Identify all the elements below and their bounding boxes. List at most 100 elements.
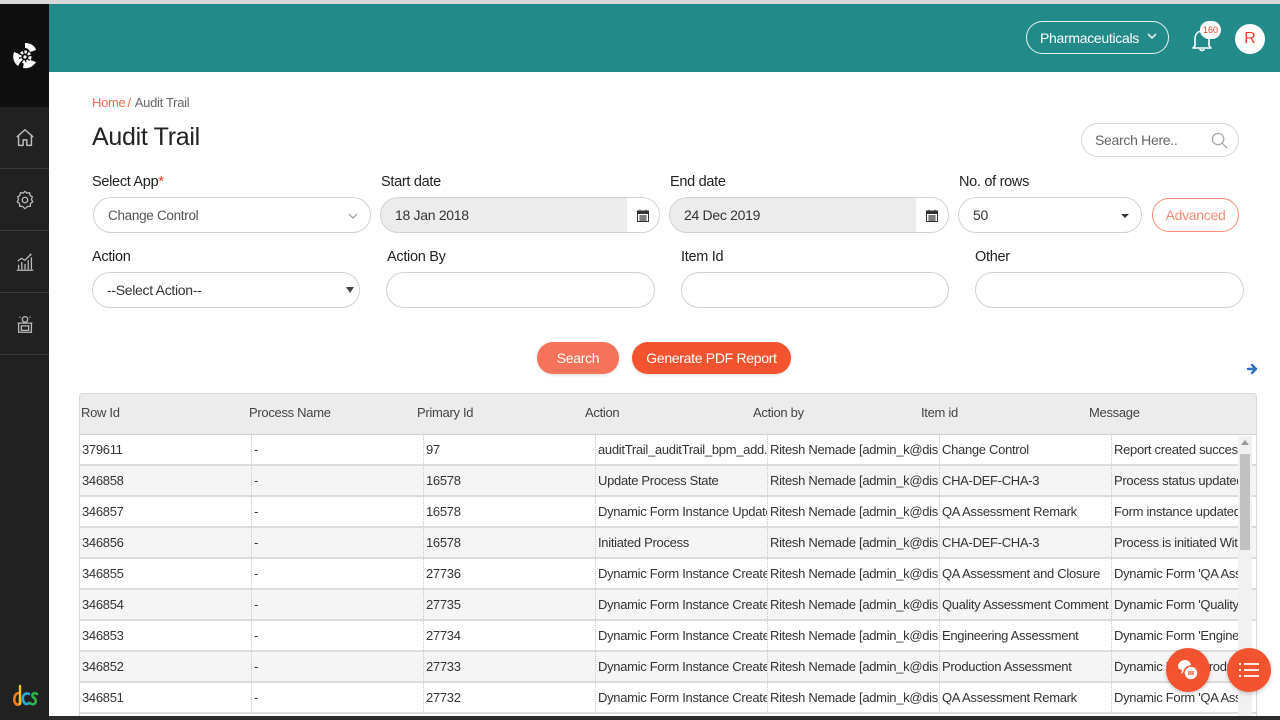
cell-action-by: Ritesh Nemade [admin_k@dis...: [768, 466, 940, 495]
generate-pdf-report-button[interactable]: Generate PDF Report: [632, 342, 791, 374]
search-icon[interactable]: [1211, 132, 1228, 149]
page-title: Audit Trail: [92, 123, 200, 151]
column-header-row-id[interactable]: Row Id: [80, 394, 248, 434]
column-header-item-id[interactable]: Item id: [920, 394, 1088, 434]
user-avatar[interactable]: R: [1235, 24, 1265, 54]
cell-process-name: -: [252, 466, 424, 495]
column-header-process-name[interactable]: Process Name: [248, 394, 416, 434]
company-logo-icon: [12, 684, 38, 706]
cell-message: Form instance updated:: [1114, 504, 1244, 519]
breadcrumb-home-link[interactable]: Home: [92, 95, 126, 110]
app-logo[interactable]: [0, 4, 49, 107]
table-row[interactable]: 346857-16578 Dynamic Form Instance Update…: [80, 497, 1256, 528]
end-date-value: 24 Dec 2019: [684, 207, 761, 223]
item-id-input[interactable]: [696, 282, 948, 298]
column-header-message[interactable]: Message: [1088, 394, 1256, 434]
cell-message: Dynamic Form 'Quality A: [1114, 597, 1250, 612]
cell-action-by: Ritesh Nemade [admin_k@dis...: [768, 621, 940, 650]
table-row[interactable]: 346858-16578 Update Process State Ritesh N…: [80, 466, 1256, 497]
notification-badge: 160: [1200, 21, 1222, 39]
rows-count-value: 50: [973, 207, 988, 223]
cell-action-by: Ritesh Nemade [admin_k@dis...: [768, 559, 940, 588]
sidebar-item-admin[interactable]: [0, 293, 49, 355]
cell-action-by: Ritesh Nemade [admin_k@dis...: [768, 435, 940, 464]
table-row[interactable]: 379611-97 auditTrail_auditTrail_bpm_add..…: [80, 435, 1256, 466]
table-row[interactable]: 346852-27733 Dynamic Form Instance Create…: [80, 652, 1256, 683]
organization-select[interactable]: Pharmaceuticals: [1026, 21, 1169, 54]
start-date-input[interactable]: 18 Jan 2018: [380, 197, 660, 233]
arrow-right-icon[interactable]: [1246, 362, 1260, 376]
chevron-down-icon: [348, 213, 358, 219]
menu-fab-button[interactable]: [1227, 648, 1271, 692]
select-app-value: Change Control: [108, 207, 199, 223]
cell-action: Dynamic Form Instance Created: [596, 683, 768, 712]
cell-row-id: 346856: [80, 528, 252, 557]
cell-action-by: Ritesh Nemade [admin_k@dis...: [768, 497, 940, 526]
end-date-calendar-button[interactable]: [916, 198, 948, 232]
cell-primary-id: 16578: [424, 497, 596, 526]
cell-item-id: QA Assessment Remark: [940, 497, 1112, 526]
scrollbar-thumb[interactable]: [1240, 454, 1250, 550]
cell-row-id: 346854: [80, 590, 252, 619]
column-header-action[interactable]: Action: [584, 394, 752, 434]
table-row[interactable]: 346854-27735 Dynamic Form Instance Create…: [80, 590, 1256, 621]
chat-fab-button[interactable]: [1166, 648, 1210, 692]
cell-row-id: 346851: [80, 683, 252, 712]
select-app-dropdown[interactable]: Change Control: [93, 197, 371, 233]
breadcrumb-separator: /: [127, 95, 131, 110]
cell-action: Dynamic Form Instance Created: [596, 590, 768, 619]
action-label: Action: [92, 249, 131, 265]
sidebar-item-analytics[interactable]: [0, 231, 49, 293]
cell-primary-id: 97: [424, 435, 596, 464]
scroll-up-arrow-icon[interactable]: [1241, 440, 1249, 445]
action-by-input[interactable]: [401, 282, 654, 298]
start-date-calendar-button[interactable]: [627, 198, 659, 232]
end-date-input[interactable]: 24 Dec 2019: [669, 197, 949, 233]
organization-select-value: Pharmaceuticals: [1040, 29, 1139, 46]
audit-trail-table: Row Id Process Name Primary Id Action Ac…: [79, 393, 1257, 720]
sidebar-item-home[interactable]: [0, 107, 49, 169]
search-input[interactable]: [1095, 132, 1205, 148]
table-row[interactable]: 346853-27734 Dynamic Form Instance Create…: [80, 621, 1256, 652]
cell-item-id: Production Assessment: [940, 652, 1112, 681]
gear-icon: [16, 190, 33, 209]
cell-action: Dynamic Form Instance Updated: [596, 497, 768, 526]
search-button[interactable]: Search: [537, 342, 619, 374]
other-input[interactable]: [990, 282, 1243, 298]
action-by-field[interactable]: [386, 272, 655, 308]
breadcrumb-current: Audit Trail: [134, 95, 190, 110]
cell-primary-id: 27734: [424, 621, 596, 650]
other-field[interactable]: [975, 272, 1244, 308]
cell-process-name: -: [252, 435, 424, 464]
cell-action-by: Ritesh Nemade [admin_k@dis...: [768, 528, 940, 557]
cell-item-id: QA Assessment and Closure: [940, 559, 1112, 588]
cell-action: Dynamic Form Instance Created: [596, 652, 768, 681]
start-date-value: 18 Jan 2018: [395, 207, 469, 223]
table-row[interactable]: 346851-27732 Dynamic Form Instance Create…: [80, 683, 1256, 714]
list-menu-icon: [1239, 663, 1259, 677]
cell-process-name: -: [252, 497, 424, 526]
table-row[interactable]: 346855-27736 Dynamic Form Instance Create…: [80, 559, 1256, 590]
cell-primary-id: 16578: [424, 528, 596, 557]
cell-action: Dynamic Form Instance Created: [596, 621, 768, 650]
cell-row-id: 346857: [80, 497, 252, 526]
cell-message: Process status updated s: [1114, 473, 1252, 488]
cell-primary-id: 27733: [424, 652, 596, 681]
desk-user-icon: [17, 315, 32, 333]
global-search[interactable]: [1081, 123, 1239, 157]
home-icon: [15, 128, 34, 146]
cell-process-name: -: [252, 652, 424, 681]
column-header-primary-id[interactable]: Primary Id: [416, 394, 584, 434]
caret-down-icon: [346, 287, 354, 293]
sidebar-item-settings[interactable]: [0, 169, 49, 231]
cell-message: Dynamic Form 'QA Asses: [1114, 566, 1252, 581]
rows-count-label: No. of rows: [959, 174, 1030, 190]
action-select[interactable]: --Select Action--: [92, 272, 360, 308]
cell-action: Update Process State: [596, 466, 768, 495]
column-header-action-by[interactable]: Action by: [752, 394, 920, 434]
table-row[interactable]: 346856-16578 Initiated Process Ritesh Nema…: [80, 528, 1256, 559]
rows-count-select[interactable]: 50: [958, 197, 1142, 233]
advanced-button[interactable]: Advanced: [1152, 198, 1239, 232]
item-id-field[interactable]: [681, 272, 949, 308]
app-logo-icon: [12, 42, 36, 68]
